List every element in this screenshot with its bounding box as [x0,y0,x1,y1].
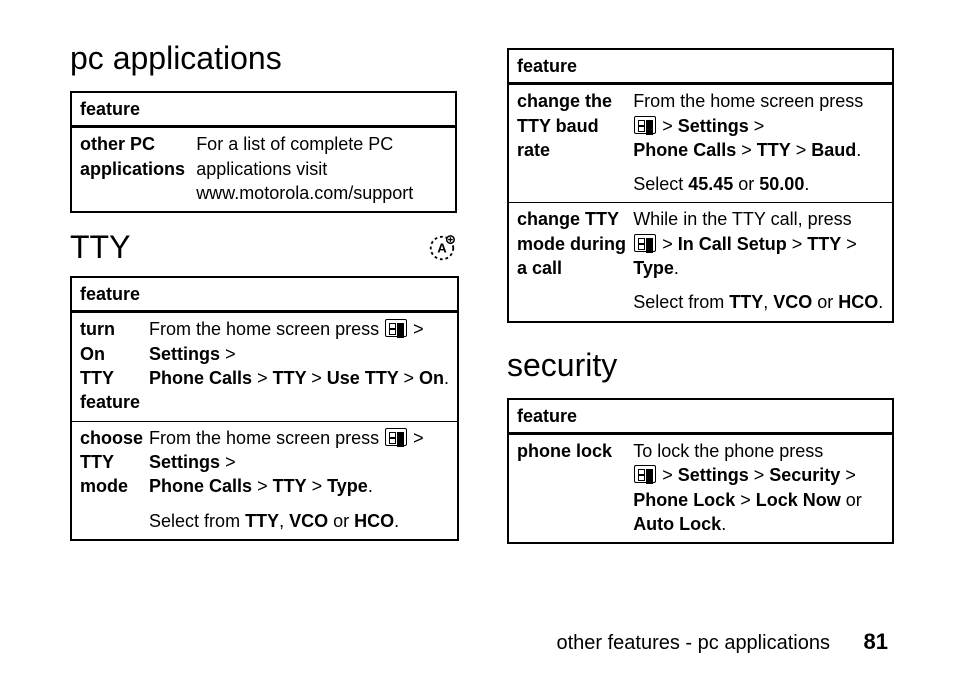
path-part: Auto Lock [633,514,721,534]
option: VCO [773,292,812,312]
desc-text: From the home screen press [149,319,384,339]
path-part: TTY [273,368,307,388]
table-security: feature phone lock To lock the phone pre… [507,398,894,544]
desc-text: or [733,174,759,194]
row-name: change the TTY baud rate [508,84,631,203]
path-part: Lock Now [756,490,841,510]
option: VCO [289,511,328,531]
row-desc: While in the TTY call, press > In Call S… [631,203,893,286]
path-part: In Call Setup [678,234,787,254]
option: 45.45 [688,174,733,194]
row-desc-options: Select from TTY, VCO or HCO. [631,286,893,321]
table-header: feature [508,49,893,84]
row-desc-options: Select from TTY, VCO or HCO. [147,505,458,540]
row-desc: From the home screen press > Settings > … [147,312,458,421]
path-part: Phone Calls [633,140,736,160]
desc-text: To lock the phone press [633,441,823,461]
row-name: turn On TTY feature [71,312,147,421]
heading-tty: TTY [70,229,130,266]
path-part: TTY [757,140,791,160]
path-part: On [419,368,444,388]
path-part: Type [327,476,368,496]
desc-text: Select from [149,511,245,531]
svg-text:A: A [437,240,447,255]
row-name: other PC applications [71,127,194,212]
path-part: TTY [273,476,307,496]
page-number: 81 [864,629,888,654]
row-desc: To lock the phone press > Settings > Sec… [631,433,893,543]
path-part: Security [769,465,840,485]
table-header: feature [508,399,893,434]
row-desc: From the home screen press > Settings > … [147,421,458,504]
row-name: change TTY mode during a call [508,203,631,322]
desc-text: While in the TTY call, press [633,209,851,229]
path-part: Settings [678,465,749,485]
path-part: Type [633,258,674,278]
menu-icon [634,234,656,252]
row-desc: For a list of complete PC applications v… [194,127,456,212]
option: HCO [838,292,878,312]
option: TTY [729,292,763,312]
path-part: Settings [678,116,749,136]
desc-text: From the home screen press [633,91,863,111]
footer-text: other features - pc applications [556,632,830,654]
menu-icon [634,465,656,483]
option: HCO [354,511,394,531]
row-desc-options: Select 45.45 or 50.00. [631,168,893,203]
path-part: TTY [807,234,841,254]
heading-security: security [507,347,894,384]
table-header: feature [71,277,458,312]
row-name: phone lock [508,433,631,543]
option: TTY [245,511,279,531]
desc-text: . [721,514,726,534]
menu-icon [385,428,407,446]
path-part: Baud [811,140,856,160]
row-name: choose TTY mode [71,421,147,540]
path-part: Phone Calls [149,368,252,388]
desc-text: Select from [633,292,729,312]
desc-text: Select [633,174,688,194]
path-part: Settings [149,452,220,472]
path-part: Phone Lock [633,490,735,510]
path-part: Use TTY [327,368,399,388]
row-desc: From the home screen press > Settings > … [631,84,893,168]
heading-pc-applications: pc applications [70,40,457,77]
table-pc-applications: feature other PC applications For a list… [70,91,457,213]
desc-text: or [841,490,862,510]
tty-accessibility-icon: A [427,233,457,263]
table-header: feature [71,92,456,127]
menu-icon [385,319,407,337]
desc-text: From the home screen press [149,428,384,448]
path-part: Settings [149,344,220,364]
table-tty: feature turn On TTY feature From the hom… [70,276,459,541]
table-tty-continued: feature change the TTY baud rate From th… [507,48,894,323]
menu-icon [634,116,656,134]
path-part: Phone Calls [149,476,252,496]
option: 50.00 [759,174,804,194]
page-footer: other features - pc applications 81 [556,629,888,655]
